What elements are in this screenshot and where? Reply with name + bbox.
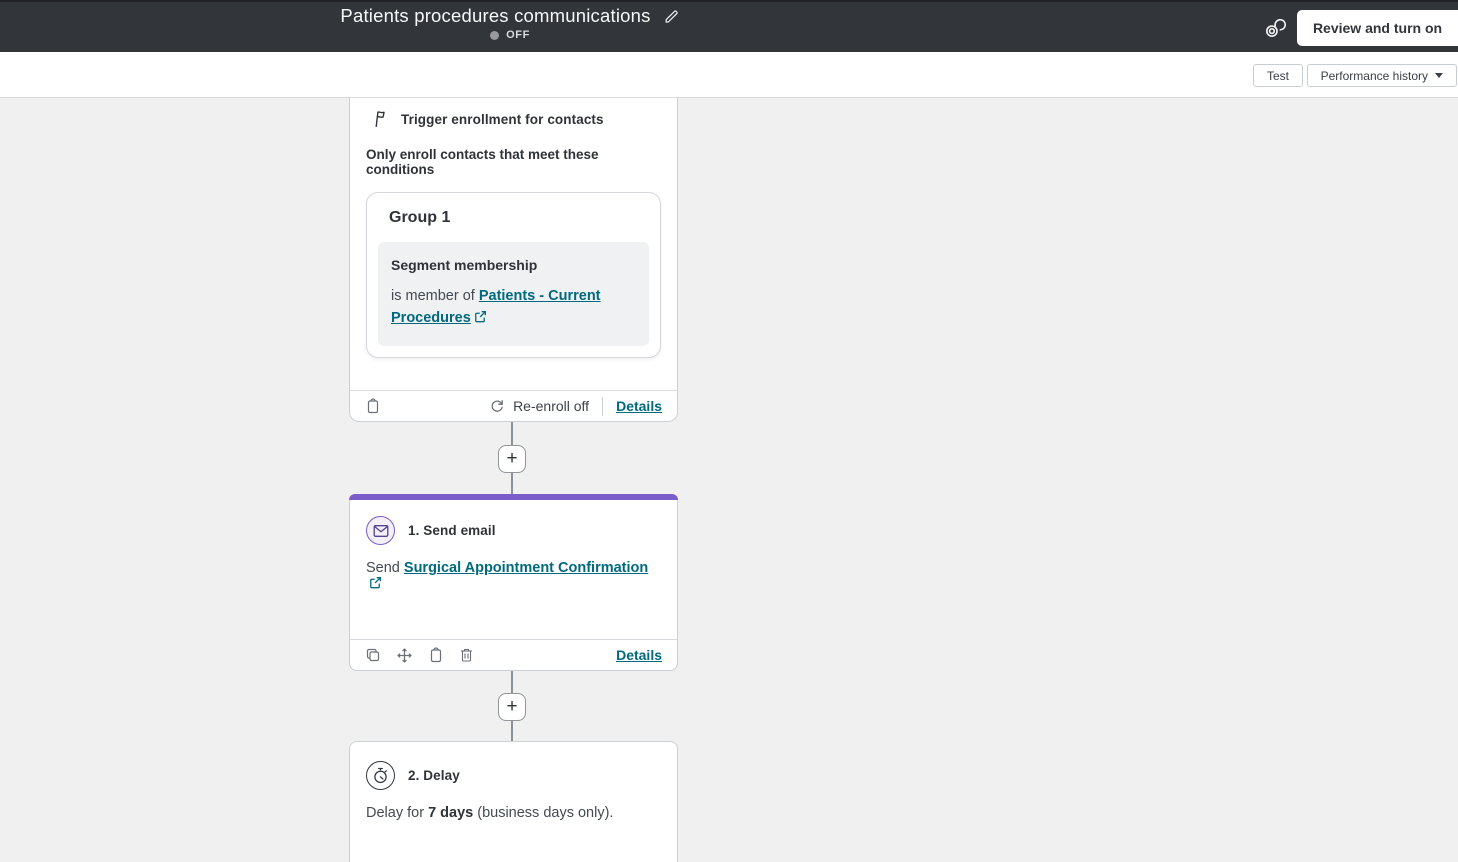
delay-icon bbox=[366, 761, 395, 790]
filter-condition[interactable]: Segment membership is member of Patients… bbox=[378, 242, 649, 346]
external-link-icon[interactable] bbox=[474, 309, 487, 331]
email-details-link[interactable]: Details bbox=[616, 647, 662, 663]
add-action-button[interactable]: + bbox=[498, 445, 526, 473]
test-button-label: Test bbox=[1266, 68, 1289, 83]
review-and-turn-on-button[interactable]: Review and turn on bbox=[1297, 10, 1458, 46]
filter-group-title: Group 1 bbox=[389, 209, 451, 226]
clipboard-icon[interactable] bbox=[365, 397, 381, 415]
delay-suffix: (business days only). bbox=[473, 805, 614, 821]
filter-prefix: is member of bbox=[391, 288, 479, 304]
app-header: Patients procedures communications OFF R… bbox=[0, 0, 1458, 52]
status-dot-icon bbox=[490, 30, 500, 40]
trigger-card-footer: Re-enroll off Details bbox=[350, 390, 677, 421]
reenroll-label: Re-enroll off bbox=[513, 398, 590, 414]
link-icon[interactable] bbox=[1264, 17, 1287, 44]
secondary-toolbar: Test Performance history bbox=[0, 52, 1458, 98]
workflow-status: OFF bbox=[250, 29, 770, 41]
send-prefix: Send bbox=[366, 560, 404, 576]
filter-type-label: Segment membership bbox=[391, 257, 538, 273]
workflow-title-block: Patients procedures communications OFF bbox=[250, 5, 770, 41]
performance-history-label: Performance history bbox=[1320, 68, 1428, 83]
move-icon[interactable] bbox=[396, 647, 413, 664]
email-asset-link[interactable]: Surgical Appointment Confirmation bbox=[404, 560, 648, 576]
send-email-card-footer: Details bbox=[350, 639, 677, 670]
clipboard-icon[interactable] bbox=[428, 646, 444, 664]
status-label: OFF bbox=[506, 29, 530, 41]
add-action-button[interactable]: + bbox=[498, 693, 526, 721]
workflow-canvas[interactable]: Trigger enrollment for contacts Only enr… bbox=[0, 98, 1458, 862]
performance-history-button[interactable]: Performance history bbox=[1306, 64, 1457, 87]
send-email-card-title: 1. Send email bbox=[408, 523, 496, 538]
delay-prefix: Delay for bbox=[366, 805, 429, 821]
workflow-editor: Patients procedures communications OFF R… bbox=[0, 0, 1458, 862]
external-link-icon[interactable] bbox=[369, 576, 382, 593]
add-icon: + bbox=[506, 695, 518, 717]
delete-icon[interactable] bbox=[459, 647, 474, 663]
duplicate-icon[interactable] bbox=[365, 647, 381, 663]
trigger-details-link[interactable]: Details bbox=[616, 398, 662, 414]
reenroll-icon bbox=[489, 398, 505, 414]
delay-card[interactable]: 2. Delay Delay for 7 days (business days… bbox=[349, 741, 678, 862]
filter-group[interactable]: Group 1 Segment membership is member of … bbox=[366, 192, 661, 358]
flag-icon bbox=[373, 110, 390, 128]
trigger-card[interactable]: Trigger enrollment for contacts Only enr… bbox=[349, 98, 678, 422]
footer-divider bbox=[602, 396, 604, 416]
enrollment-condition-heading: Only enroll contacts that meet these con… bbox=[366, 147, 599, 177]
caret-down-icon bbox=[1435, 73, 1443, 78]
edit-pencil-icon[interactable] bbox=[663, 8, 680, 25]
delay-duration: 7 days bbox=[428, 805, 474, 821]
add-icon: + bbox=[506, 447, 518, 469]
send-email-card[interactable]: 1. Send email Send Surgical Appointment … bbox=[349, 494, 678, 671]
trigger-card-title: Trigger enrollment for contacts bbox=[401, 111, 604, 127]
test-button[interactable]: Test bbox=[1252, 64, 1303, 87]
email-icon bbox=[366, 516, 395, 545]
email-accent-bar bbox=[349, 494, 678, 500]
workflow-title: Patients procedures communications bbox=[340, 5, 651, 26]
delay-card-title: 2. Delay bbox=[408, 768, 460, 783]
